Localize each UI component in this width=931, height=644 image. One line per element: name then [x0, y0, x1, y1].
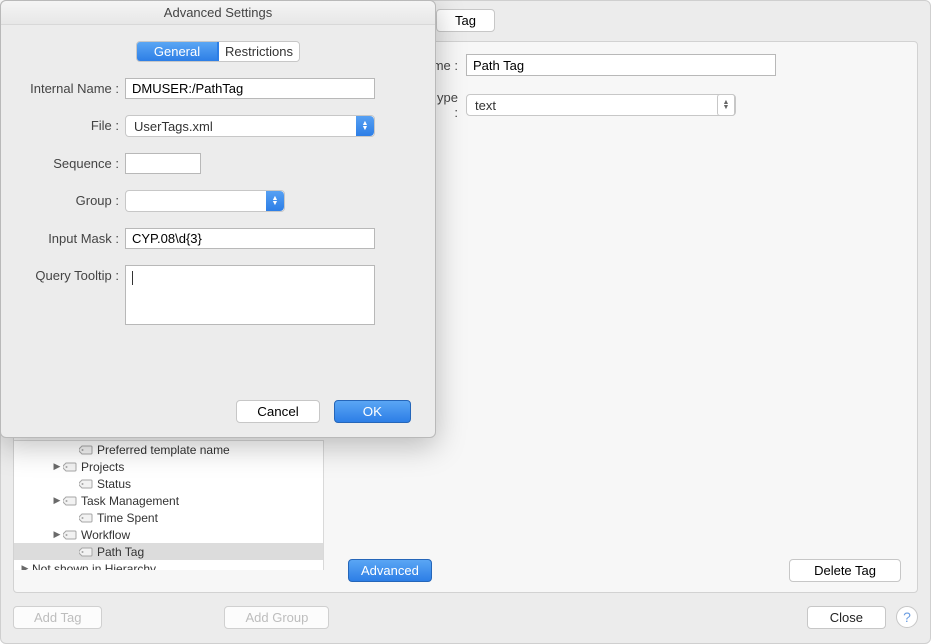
not-shown-label: Not shown in Hierarchy [32, 562, 156, 571]
tag-tab-button[interactable]: Tag [436, 9, 495, 32]
footer: Add Tag Add Group Close ? [13, 601, 918, 633]
chevron-right-icon: ▶ [52, 495, 62, 506]
tag-icon [79, 445, 93, 455]
tree-row[interactable]: Status [14, 475, 323, 492]
tree-item-label: Workflow [81, 528, 130, 542]
tab-restrictions[interactable]: Restrictions [218, 42, 299, 61]
advanced-settings-dialog: Advanced Settings General Restrictions I… [0, 0, 436, 438]
group-label: Group : [1, 190, 125, 208]
tree-row[interactable]: Preferred template name [14, 441, 323, 458]
tree-item-label: Path Tag [97, 545, 144, 559]
tag-name-input[interactable] [466, 54, 776, 76]
tag-icon [79, 513, 93, 523]
tree-item-label: Projects [81, 460, 124, 474]
tag-icon [63, 462, 77, 472]
stepper-icon: ▲ ▼ [717, 94, 735, 116]
tree-row[interactable]: ▶ Task Management [14, 492, 323, 509]
file-select[interactable]: UserTags.xml ▲▼ [125, 115, 375, 137]
add-tag-button[interactable]: Add Tag [13, 606, 102, 629]
sequence-input[interactable] [125, 153, 201, 174]
tree-row[interactable]: ▶ Workflow [14, 526, 323, 543]
query-tooltip-label: Query Tooltip : [1, 265, 125, 283]
tab-general[interactable]: General [137, 42, 218, 61]
type-value: text [475, 98, 496, 113]
tag-icon [79, 547, 93, 557]
tree-item-label: Preferred template name [97, 443, 230, 457]
tree-row[interactable]: Path Tag [14, 543, 323, 560]
ok-button[interactable]: OK [334, 400, 411, 423]
tree-item-label: Time Spent [97, 511, 158, 525]
file-value: UserTags.xml [134, 119, 213, 134]
modal-form: Internal Name : File : UserTags.xml ▲▼ S… [1, 78, 435, 325]
group-select[interactable]: ▲▼ [125, 190, 285, 212]
stepper-icon: ▲▼ [266, 191, 284, 211]
help-icon[interactable]: ? [896, 606, 918, 628]
internal-name-input[interactable] [125, 78, 375, 99]
chevron-right-icon: ▶ [52, 461, 62, 472]
close-button[interactable]: Close [807, 606, 886, 629]
chevron-right-icon: ▶ [52, 529, 62, 540]
dialog-title: Advanced Settings [1, 1, 435, 25]
query-tooltip-input[interactable] [125, 265, 375, 325]
tag-icon [79, 479, 93, 489]
file-label: File : [1, 115, 125, 133]
left-tree: Preferred template name ▶ Projects Status ▶ T… [14, 440, 324, 570]
internal-name-label: Internal Name : [1, 78, 125, 96]
stepper-icon: ▲▼ [356, 116, 374, 136]
chevron-right-icon: ▶ [20, 563, 30, 570]
add-group-button[interactable]: Add Group [224, 606, 329, 629]
type-select[interactable]: text ▲ ▼ [466, 94, 736, 116]
tree-row[interactable]: Time Spent [14, 509, 323, 526]
tab-control: General Restrictions [136, 41, 300, 62]
modal-actions: Cancel OK [236, 400, 411, 423]
delete-tag-button[interactable]: Delete Tag [789, 559, 901, 582]
text-cursor-icon [132, 271, 133, 285]
tag-icon [63, 496, 77, 506]
tree-row[interactable]: ▶ Projects [14, 458, 323, 475]
sequence-label: Sequence : [1, 153, 125, 171]
not-shown-row[interactable]: ▶ Not shown in Hierarchy [14, 560, 323, 570]
advanced-button[interactable]: Advanced [348, 559, 432, 582]
input-mask-label: Input Mask : [1, 228, 125, 246]
tag-icon [63, 530, 77, 540]
cancel-button[interactable]: Cancel [236, 400, 320, 423]
tree-item-label: Status [97, 477, 131, 491]
tree-item-label: Task Management [81, 494, 179, 508]
input-mask-input[interactable] [125, 228, 375, 249]
